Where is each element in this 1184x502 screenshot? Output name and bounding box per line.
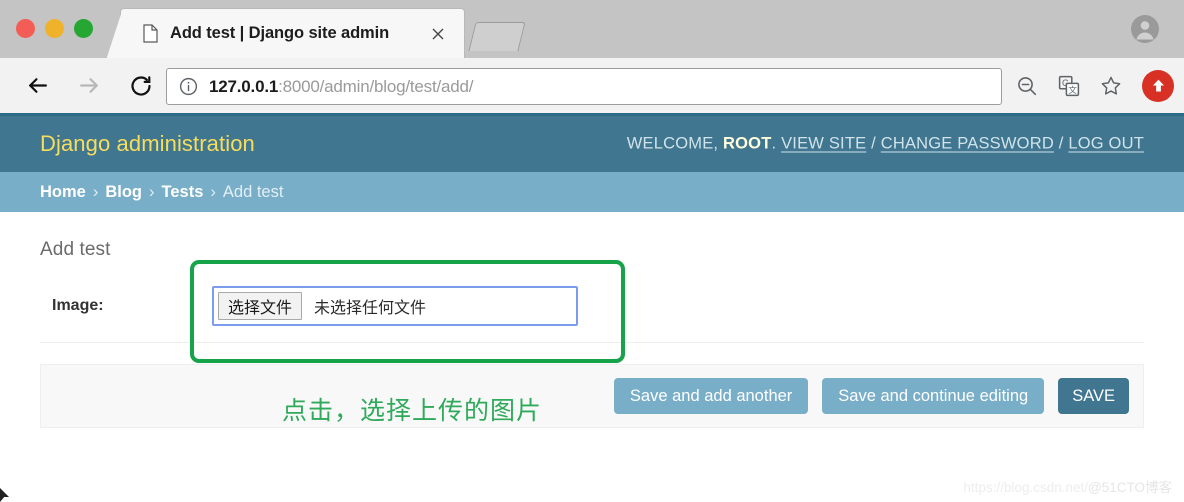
watermark: https://blog.csdn.net/@51CTO博客	[963, 476, 1172, 496]
breadcrumb-current: Add test	[222, 182, 284, 201]
username: ROOT	[723, 134, 772, 153]
star-outline-icon[interactable]	[1100, 75, 1122, 97]
save-and-add-another-button[interactable]: Save and add another	[613, 377, 809, 415]
choose-file-button[interactable]: 选择文件	[218, 292, 303, 320]
breadcrumb-item-blog[interactable]: Blog	[105, 183, 142, 202]
image-file-input[interactable]: 选择文件 未选择任何文件	[212, 286, 578, 326]
browser-tab-active[interactable]: Add test | Django site admin	[120, 8, 465, 58]
browser-toolbar: 127.0.0.1:8000/admin/blog/test/add/ G 文	[0, 58, 1184, 116]
watermark-url: https://blog.csdn.net/	[963, 480, 1089, 495]
annotation-callout-text: 点击，选择上传的图片	[282, 397, 543, 425]
minimize-window-button[interactable]	[45, 19, 64, 38]
new-tab-button[interactable]	[468, 22, 526, 51]
url-host: 127.0.0.1	[209, 76, 279, 96]
main-content: Add test Image: 选择文件 未选择任何文件 Save and ad…	[0, 212, 1184, 428]
tab-strip: Add test | Django site admin	[0, 0, 1184, 59]
file-status-text: 未选择任何文件	[314, 300, 427, 317]
google-translate-icon[interactable]: G 文	[1058, 75, 1080, 97]
tab-title: Add test | Django site admin	[170, 24, 390, 42]
site-branding[interactable]: Django administration	[40, 131, 255, 157]
page-title: Add test	[40, 239, 111, 260]
update-arrow-icon[interactable]	[1142, 69, 1174, 102]
breadcrumb-item-home[interactable]: Home	[40, 183, 86, 202]
save-and-continue-editing-button[interactable]: Save and continue editing	[822, 377, 1045, 415]
form-row-image: Image: 选择文件 未选择任何文件	[40, 284, 1144, 343]
log-out-link[interactable]: LOG OUT	[1068, 135, 1144, 153]
account-circle-icon[interactable]	[1130, 14, 1160, 44]
breadcrumb-item-tests[interactable]: Tests	[162, 183, 204, 202]
django-header: Django administration WELCOME, ROOT. VIE…	[0, 116, 1184, 172]
breadcrumb: Home › Blog › Tests › Add test	[0, 172, 1184, 212]
usertools-separator-2: /	[1058, 134, 1064, 153]
breadcrumb-separator: ›	[92, 182, 99, 201]
usertools-separator-1: /	[871, 134, 876, 153]
url-text: 127.0.0.1:8000/admin/blog/test/add/	[209, 77, 473, 97]
svg-text:文: 文	[1068, 85, 1077, 95]
welcome-period: .	[771, 134, 777, 153]
image-field-label: Image:	[52, 297, 104, 314]
window-controls	[16, 19, 93, 38]
view-site-link[interactable]: VIEW SITE	[781, 135, 866, 153]
save-button[interactable]: SAVE	[1058, 377, 1129, 415]
watermark-handle: @51CTO博客	[1088, 480, 1172, 495]
address-bar[interactable]: 127.0.0.1:8000/admin/blog/test/add/	[166, 68, 1002, 105]
welcome-prefix: WELCOME,	[626, 134, 719, 153]
arrow-forward-icon	[76, 73, 102, 99]
reload-icon[interactable]	[128, 73, 154, 99]
user-tools: WELCOME, ROOT. VIEW SITE / CHANGE PASSWO…	[627, 135, 1144, 154]
breadcrumb-separator: ›	[210, 182, 216, 201]
url-path: :8000/admin/blog/test/add/	[278, 76, 474, 96]
browser-window: Add test | Django site admin 127.0.0.1:8…	[0, 0, 1184, 502]
breadcrumb-separator: ›	[149, 182, 155, 201]
mouse-cursor	[0, 488, 12, 502]
submit-row: Save and add another Save and continue e…	[40, 364, 1144, 428]
arrow-back-icon[interactable]	[24, 73, 50, 99]
close-window-button[interactable]	[16, 19, 35, 38]
page-document-icon	[143, 24, 158, 43]
zoom-out-icon[interactable]	[1016, 75, 1038, 97]
info-circle-icon[interactable]	[179, 77, 198, 96]
page-viewport: Django administration WELCOME, ROOT. VIE…	[0, 116, 1184, 502]
change-password-link[interactable]: CHANGE PASSWORD	[881, 135, 1054, 153]
maximize-window-button[interactable]	[74, 19, 93, 38]
close-icon[interactable]	[430, 26, 446, 42]
